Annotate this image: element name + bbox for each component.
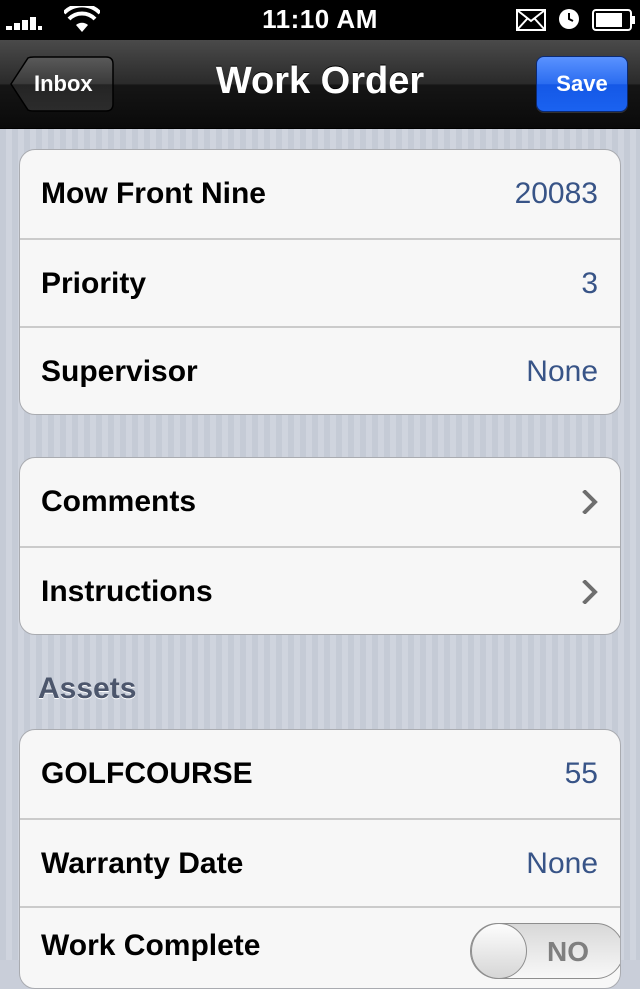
assets-section-header: Assets [38,672,137,705]
chevron-right-icon [582,580,598,604]
row-label: GOLFCOURSE [41,757,253,790]
row-value: None [526,847,598,880]
row-label: Priority [41,267,147,300]
row-value: 20083 [514,177,598,210]
row-value: 55 [564,757,598,790]
work-order-details-group: Mow Front Nine 20083 Priority 3 Supervis… [19,149,621,415]
content-area[interactable]: Mow Front Nine 20083 Priority 3 Supervis… [0,129,640,989]
toggle-label: NO [547,936,589,967]
table-row-comments[interactable]: Comments [20,458,620,546]
notes-group: Comments Instructions [19,457,621,635]
battery-icon [592,9,635,31]
table-row-warranty-date[interactable]: Warranty Date None [20,818,620,906]
table-row-work-complete: Work Complete NO [20,906,620,988]
page-title: Work Order [215,60,425,102]
save-button[interactable]: Save [536,56,628,112]
table-row-supervisor[interactable]: Supervisor None [20,326,620,414]
alarm-icon [559,9,579,29]
row-value: 3 [581,267,598,300]
inbox-back-button[interactable]: Inbox [10,56,114,112]
table-row-priority[interactable]: Priority 3 [20,238,620,326]
navigation-bar: Inbox Work Order Save [0,40,640,129]
row-label: Mow Front Nine [41,177,266,210]
assets-group: GOLFCOURSE 55 Warranty Date None Work Co… [19,729,621,989]
row-label: Instructions [41,575,213,608]
table-row-work-order-name[interactable]: Mow Front Nine 20083 [20,150,620,238]
row-label: Comments [41,485,197,518]
row-label: Work Complete [41,929,261,962]
work-complete-toggle[interactable]: NO [470,923,620,979]
row-label: Supervisor [41,355,198,388]
status-bar: 11:10 AM [0,0,640,40]
table-row-instructions[interactable]: Instructions [20,546,620,634]
chevron-right-icon [582,490,598,514]
toggle-knob[interactable] [471,923,527,979]
inbox-back-label: Inbox [34,71,93,96]
mail-icon [516,9,546,31]
table-row-asset[interactable]: GOLFCOURSE 55 [20,730,620,818]
row-value: None [526,355,598,388]
row-label: Warranty Date [41,847,244,880]
